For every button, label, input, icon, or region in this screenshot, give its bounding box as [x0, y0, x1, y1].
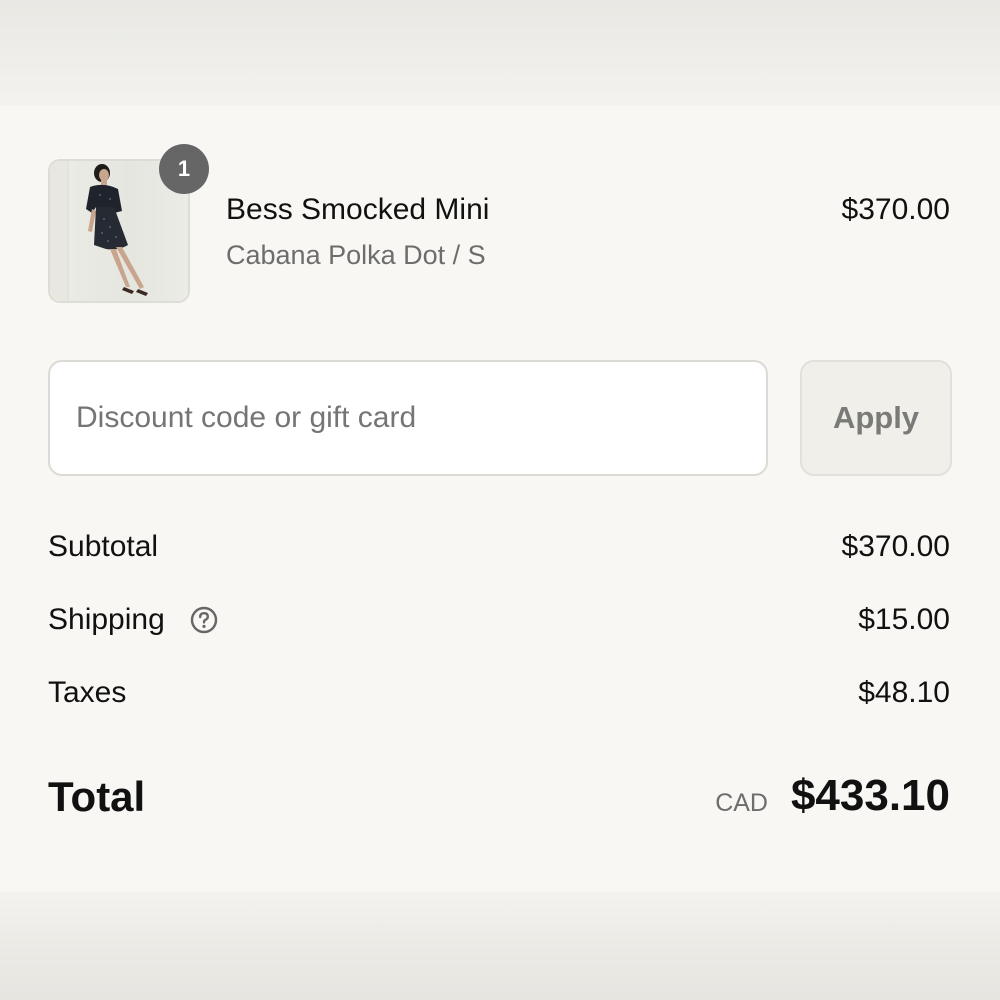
shipping-label: Shipping	[48, 603, 165, 636]
apply-discount-button[interactable]: Apply	[800, 360, 952, 476]
subtotal-value: $370.00	[841, 530, 950, 563]
taxes-value: $48.10	[858, 676, 950, 709]
product-name: Bess Smocked Mini	[226, 193, 490, 226]
blurred-background-bottom	[0, 892, 1000, 1000]
taxes-label: Taxes	[48, 676, 127, 709]
discount-code-input[interactable]	[48, 360, 768, 476]
quantity-badge: 1	[159, 144, 209, 194]
blurred-background-top	[0, 0, 1000, 106]
total-label: Total	[48, 773, 146, 820]
product-variant: Cabana Polka Dot / S	[226, 240, 486, 270]
currency-code: CAD	[715, 789, 768, 817]
product-price: $370.00	[841, 193, 950, 226]
total-value: $433.10	[790, 771, 950, 820]
subtotal-label: Subtotal	[48, 530, 159, 563]
shipping-value: $15.00	[858, 603, 950, 636]
help-circle-icon[interactable]	[190, 606, 218, 634]
